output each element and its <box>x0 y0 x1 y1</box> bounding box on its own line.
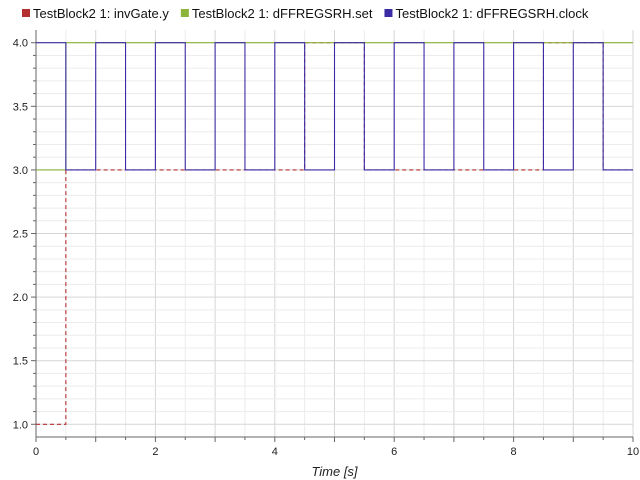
y-tick-label: 2.0 <box>13 292 28 304</box>
x-axis-title: Time [s] <box>311 464 357 479</box>
legend-item-1: TestBlock2 1: invGate.y <box>22 6 169 21</box>
y-tick-label: 1.5 <box>13 356 28 368</box>
legend-item-3: TestBlock2 1: dFFREGSRH.clock <box>384 6 589 21</box>
legend: TestBlock2 1: invGate.y TestBlock2 1: dFF… <box>22 6 589 21</box>
legend-swatch <box>22 9 30 17</box>
legend-swatch <box>180 9 189 17</box>
legend-swatch <box>384 9 393 17</box>
x-tick-label: 4 <box>272 446 278 458</box>
legend-item-2: TestBlock2 1: dFFREGSRH.set <box>180 6 373 21</box>
y-tick-label: 4.0 <box>13 38 28 50</box>
y-tick-label: 3.0 <box>13 165 28 177</box>
legend-label: TestBlock2 1: dFFREGSRH.clock <box>395 6 588 21</box>
x-tick-label: 8 <box>511 446 517 458</box>
series-line-3 <box>36 42 633 171</box>
y-axis: 1.0 1.5 2.0 2.5 3.0 3.5 4.0 <box>13 38 36 431</box>
x-axis: 0 2 4 6 8 10 <box>33 437 639 458</box>
x-tick-label: 0 <box>33 446 39 458</box>
y-tick-label: 3.5 <box>13 101 28 113</box>
y-tick-label: 1.0 <box>13 419 28 431</box>
legend-label: TestBlock2 1: invGate.y <box>33 6 169 21</box>
x-tick-label: 2 <box>152 446 158 458</box>
chart: TestBlock2 1: invGate.y TestBlock2 1: dFF… <box>13 6 639 479</box>
x-tick-label: 10 <box>627 446 639 458</box>
x-tick-label: 6 <box>391 446 397 458</box>
y-tick-label: 2.5 <box>13 229 28 241</box>
legend-label: TestBlock2 1: dFFREGSRH.set <box>192 6 373 21</box>
